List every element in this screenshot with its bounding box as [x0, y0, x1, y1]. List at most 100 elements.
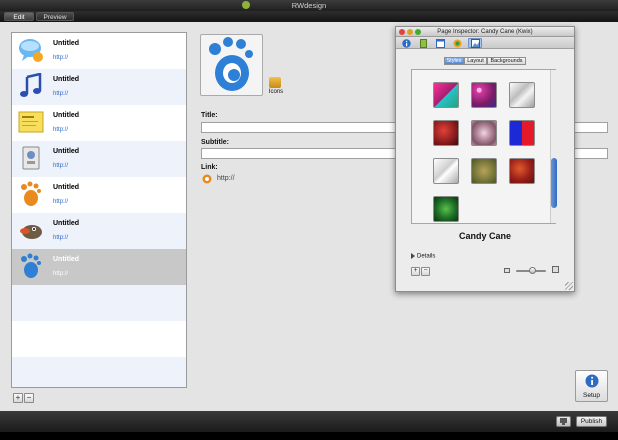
- page-title-label: Untitled: [53, 76, 80, 83]
- page-url-label: http://: [53, 235, 69, 241]
- swatch-white-paper[interactable]: [433, 158, 459, 184]
- window-title: RWdesign: [291, 1, 327, 10]
- subtitle-label: Subtitle:: [201, 139, 229, 146]
- page-list-item[interactable]: Untitled http://: [12, 69, 186, 105]
- page-url-label: http://: [53, 199, 69, 205]
- swatch-scrollbar[interactable]: [550, 70, 557, 223]
- setup-button[interactable]: Setup: [575, 370, 608, 402]
- gimp-blue-foot-icon: [18, 253, 44, 279]
- swatch-scrollbar-thumb[interactable]: [551, 158, 557, 208]
- page-title-label: Untitled: [53, 112, 80, 119]
- link-value[interactable]: http://: [217, 175, 235, 182]
- add-page-button[interactable]: +: [13, 393, 23, 403]
- page-list-item[interactable]: Untitled http://: [12, 177, 186, 213]
- swatch-mauve-lace[interactable]: [471, 120, 497, 146]
- page-list[interactable]: Untitled http:// Untitled http:// Untitl…: [11, 32, 187, 388]
- page-title-label: Untitled: [53, 40, 80, 47]
- link-globe-icon[interactable]: [202, 174, 213, 184]
- list-empty-row: [12, 285, 186, 321]
- color-wheel-icon: [453, 39, 461, 47]
- page-list-item[interactable]: Untitled http://: [12, 33, 186, 69]
- publish-button[interactable]: Publish: [576, 416, 607, 427]
- swatch-red-floral[interactable]: [509, 158, 535, 184]
- details-label: Details: [417, 253, 436, 260]
- background-swatch-grid[interactable]: [411, 69, 557, 224]
- info-tool-button[interactable]: [399, 38, 413, 48]
- swatch-olive-pattern[interactable]: [471, 158, 497, 184]
- remove-background-button[interactable]: −: [421, 267, 430, 276]
- page-url-label: http://: [53, 55, 69, 61]
- page-title-label: Untitled: [53, 148, 80, 155]
- inspector-toolbar: [396, 37, 574, 49]
- link-label: Link:: [201, 164, 218, 171]
- swatch-pink-teal[interactable]: [433, 82, 459, 108]
- info-icon: [585, 374, 599, 388]
- screen-icon: [560, 418, 567, 425]
- page-url-label: http://: [53, 271, 69, 277]
- page-title-label: Untitled: [53, 184, 80, 191]
- resize-grip[interactable]: [565, 282, 573, 290]
- sticky-note-icon: [18, 109, 44, 135]
- details-disclosure[interactable]: Details: [411, 253, 435, 260]
- add-background-button[interactable]: +: [411, 267, 420, 276]
- music-note-icon: [18, 73, 44, 99]
- disclosure-triangle-icon: [411, 253, 415, 259]
- info-icon: [401, 38, 411, 48]
- tab-edit[interactable]: Edit: [4, 12, 34, 21]
- mode-tab-bar: Edit Preview: [0, 11, 618, 22]
- close-window-button[interactable]: [399, 29, 405, 35]
- swatch-dark-red[interactable]: [433, 120, 459, 146]
- slider-knob[interactable]: [529, 267, 536, 274]
- segment-styles[interactable]: Styles: [444, 57, 464, 65]
- inspector-title: Page Inspector: Candy Cane (Kwix): [396, 27, 574, 37]
- page-url-label: http://: [53, 163, 69, 169]
- page-url-label: http://: [53, 91, 69, 97]
- app-window: RWdesign Edit Preview Untitled http:// U…: [0, 0, 618, 432]
- icons-folder-icon: [269, 77, 281, 88]
- ichat-bubble-icon: [18, 37, 44, 63]
- backgrounds-tool-button[interactable]: [468, 38, 482, 48]
- page-title-label: Untitled: [53, 220, 80, 227]
- swatch-silver[interactable]: [509, 82, 535, 108]
- large-thumbnail-icon: [552, 266, 559, 273]
- segment-layout[interactable]: Layout: [464, 57, 487, 65]
- preview-in-browser-button[interactable]: [556, 416, 571, 427]
- swatch-purple-stars[interactable]: [471, 82, 497, 108]
- list-empty-row: [12, 357, 186, 387]
- page-list-item-selected[interactable]: Untitled http://: [12, 249, 186, 285]
- segment-backgrounds[interactable]: Backgrounds: [487, 57, 526, 65]
- page-list-item[interactable]: Untitled http://: [12, 213, 186, 249]
- document-icon: [419, 38, 427, 48]
- setup-label: Setup: [583, 392, 600, 399]
- tab-preview[interactable]: Preview: [36, 12, 74, 21]
- page-list-item[interactable]: Untitled http://: [12, 105, 186, 141]
- zoom-window-button[interactable]: [415, 29, 421, 35]
- gimp-foot-icon: [18, 181, 44, 207]
- small-thumbnail-icon: [504, 268, 510, 273]
- title-label: Title:: [201, 112, 218, 119]
- gimp-blue-foot-icon: [209, 37, 253, 91]
- page-list-item[interactable]: Untitled http://: [12, 141, 186, 177]
- page-tool-button[interactable]: [416, 38, 430, 48]
- selected-swatch-name: Candy Cane: [458, 231, 511, 241]
- page-url-label: http://: [53, 127, 69, 133]
- page-title-label: Untitled: [53, 256, 80, 263]
- thumbnail-size-slider[interactable]: [511, 267, 551, 275]
- image-icon: [470, 38, 480, 48]
- title-bar: RWdesign: [0, 0, 618, 11]
- swatch-green-leaves[interactable]: [433, 196, 459, 222]
- bottom-toolbar: Publish: [0, 411, 618, 432]
- page-icon-well[interactable]: [200, 34, 263, 96]
- list-empty-row: [12, 321, 186, 357]
- icons-button[interactable]: Icons: [266, 77, 286, 95]
- page-inspector-panel: Page Inspector: Candy Cane (Kwix) Styles…: [395, 26, 575, 292]
- minimize-window-button[interactable]: [407, 29, 413, 35]
- layout-tool-button[interactable]: [433, 38, 447, 48]
- kde-app-icon: [18, 145, 44, 171]
- window-icon: [435, 38, 445, 48]
- remove-page-button[interactable]: −: [24, 393, 34, 403]
- icons-label: Icons: [268, 89, 284, 95]
- gimp-wilber-icon: [18, 217, 44, 243]
- theme-tool-button[interactable]: [450, 38, 464, 48]
- swatch-blue-red-candy-cane[interactable]: [509, 120, 535, 146]
